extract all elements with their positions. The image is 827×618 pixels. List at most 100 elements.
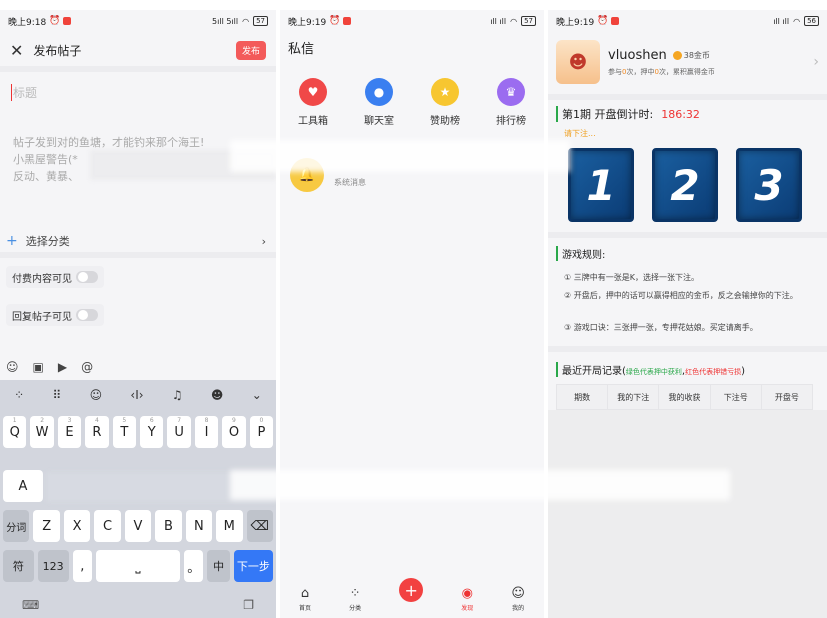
divider — [0, 252, 276, 258]
key[interactable]: 8I — [194, 416, 219, 448]
column-header: 开盘号 — [774, 392, 799, 402]
rule-item: ③ 游戏口诀：三张押一张，专押花姑娘。买定请离手。 — [564, 323, 758, 332]
tab-home[interactable]: ⌂ 首页 — [299, 586, 311, 612]
battery-icon: 56 — [804, 16, 819, 26]
smile-icon[interactable]: ☺ — [6, 360, 19, 374]
card-2[interactable]: 2 — [652, 148, 718, 222]
category-icon: ⁘ — [349, 586, 361, 601]
key[interactable]: 0P — [249, 416, 274, 448]
key[interactable]: B — [155, 510, 182, 542]
comma-key[interactable]: , — [72, 550, 93, 582]
plus-icon: + — [6, 233, 18, 249]
backspace-icon[interactable]: ⌫ — [246, 510, 273, 542]
mic-icon[interactable]: ♫ — [172, 388, 183, 402]
key[interactable]: 7U — [167, 416, 191, 448]
category-selector[interactable]: + 选择分类 › — [6, 230, 266, 252]
card-row: 1 2 3 — [568, 148, 802, 222]
tab-label: 分类 — [349, 605, 362, 612]
video-icon[interactable]: ▶ — [58, 360, 67, 374]
key[interactable]: V — [124, 510, 152, 542]
notification-icon — [343, 17, 352, 25]
key[interactable]: N — [185, 510, 213, 542]
next-button[interactable]: 下一步 — [233, 550, 273, 582]
add-post-button[interactable]: + — [399, 578, 424, 602]
at-icon[interactable]: @ — [81, 360, 93, 374]
keypad-icon[interactable]: ⠿ — [53, 388, 62, 402]
key[interactable]: 9O — [222, 416, 246, 448]
username: vluoshen — [608, 47, 667, 63]
tab-category[interactable]: ⁘ 分类 — [349, 586, 361, 612]
key-segment[interactable]: 分词 — [3, 510, 30, 542]
rule-item: ② 开盘后，押中的话可以赢得相应的金币，反之会输掉你的下注。 — [564, 291, 798, 300]
home-icon: ⌂ — [300, 586, 310, 601]
user-card[interactable]: ☻ vluoshen 38金币 参与0次，押中0次，累积赢得金币 › — [556, 40, 819, 84]
key[interactable]: Z — [33, 510, 60, 542]
keyboard-icon[interactable]: ⌨ — [22, 598, 39, 612]
page-title: 发布帖子 — [33, 43, 82, 58]
user-info: vluoshen 38金币 参与0次，押中0次，累积赢得金币 — [608, 48, 813, 77]
divider — [548, 94, 827, 100]
card-1[interactable]: 1 — [568, 148, 634, 222]
sponsor-board-button[interactable]: ★ 赞助榜 — [430, 78, 460, 127]
space-key[interactable]: ⎵ — [96, 550, 180, 582]
key[interactable]: 1Q — [3, 416, 27, 448]
number-key[interactable]: 123 — [37, 550, 69, 582]
paid-content-toggle[interactable]: 付费内容可见 — [6, 266, 104, 288]
switch[interactable] — [76, 309, 98, 321]
category-label: 选择分类 — [25, 235, 70, 248]
signal-icon: ıll ıll — [490, 16, 507, 26]
notification-icon — [611, 17, 620, 25]
status-bar: 晚上9:18 ⏰ 5ıll 5ıll ◠ 57 — [0, 10, 276, 32]
keyboard-toolbar: ⁘ ⠿ ☺ ‹I› ♫ ☻ ⌄ — [0, 388, 276, 402]
records-table-header: 期数 我的下注 我的收获 下注号 开盘号 — [556, 384, 813, 410]
leaderboard-button[interactable]: ♛ 排行榜 — [496, 78, 526, 127]
switch[interactable] — [76, 271, 98, 283]
language-key[interactable]: 中 — [207, 550, 230, 582]
records-title: 最近开局记录(绿色代表押中获利,红色代表押错亏损) — [556, 362, 745, 377]
sticker-icon[interactable]: ☻ — [211, 388, 224, 402]
key[interactable]: 4R — [85, 416, 109, 448]
key[interactable]: A — [3, 470, 43, 502]
key[interactable]: 6Y — [140, 416, 164, 448]
countdown-value: 186:32 — [661, 108, 700, 121]
key[interactable]: 3E — [57, 416, 82, 448]
image-icon[interactable]: ▣ — [33, 360, 44, 374]
chevron-down-icon[interactable]: ⌄ — [252, 388, 262, 402]
grid-icon[interactable]: ⁘ — [14, 388, 24, 402]
signal-icon: 5ıll 5ıll — [212, 16, 239, 26]
key[interactable]: C — [94, 510, 121, 542]
tab-label: 我的 — [512, 605, 525, 612]
divider — [548, 232, 827, 238]
key[interactable]: X — [63, 510, 91, 542]
key[interactable]: 5T — [112, 416, 137, 448]
key[interactable]: M — [216, 510, 243, 542]
signal-icon: ıll ıll — [773, 16, 790, 26]
grid-label: 排行榜 — [496, 116, 526, 127]
coin-icon — [672, 50, 682, 60]
column-header: 我的下注 — [608, 385, 660, 409]
key-row-1: 1Q 2W 3E 4R 5T 6Y 7U 8I 9O 0P — [3, 416, 274, 448]
tab-profile[interactable]: ☺ 我的 — [511, 586, 525, 612]
toolbox-button[interactable]: ♥ 工具箱 — [298, 78, 328, 127]
symbol-key[interactable]: 符 — [3, 550, 34, 582]
period-key[interactable]: 。 — [183, 550, 204, 582]
cursor-icon[interactable]: ‹I› — [130, 388, 143, 402]
chevron-right-icon: › — [813, 54, 819, 70]
key[interactable]: 2W — [30, 416, 54, 448]
title-input[interactable]: 标题 — [11, 84, 37, 101]
tab-discover[interactable]: ◉ 发现 — [461, 586, 473, 612]
heart-icon: ♥ — [299, 78, 327, 106]
reply-visible-toggle[interactable]: 回复帖子可见 — [6, 304, 104, 326]
column-header: 期数 — [557, 385, 609, 409]
chatroom-button[interactable]: ● 聊天室 — [364, 78, 394, 127]
clipboard-icon[interactable]: ❐ — [243, 598, 254, 612]
status-bar: 晚上9:19 ⏰ ıll ıll ◠ 57 — [280, 10, 544, 32]
publish-button[interactable]: 发布 — [235, 40, 266, 60]
column-header: 下注号 — [711, 385, 762, 409]
close-icon[interactable]: ✕ — [10, 41, 23, 60]
grid-label: 工具箱 — [298, 116, 328, 127]
emoji-icon[interactable]: ☺ — [90, 388, 103, 402]
card-3[interactable]: 3 — [736, 148, 802, 222]
rules-title: 游戏规则: — [556, 246, 605, 261]
battery-icon: 57 — [253, 16, 268, 26]
